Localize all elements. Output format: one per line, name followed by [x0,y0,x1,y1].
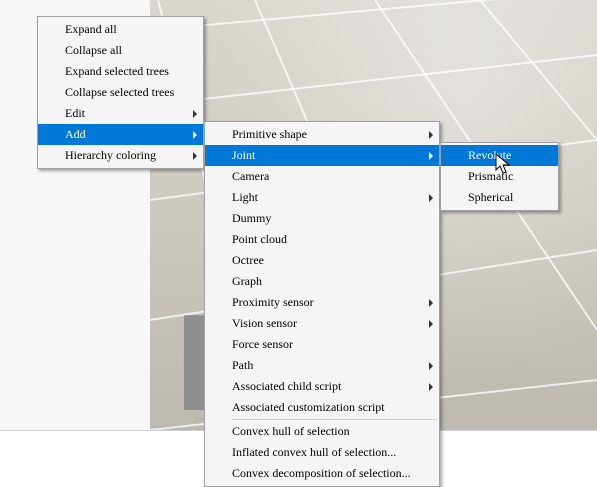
menu-item-associated-child-script[interactable]: Associated child script [205,376,439,397]
menu-item-primitive-shape[interactable]: Primitive shape [205,124,439,145]
menu-item-label: Light [232,190,258,204]
menu-item-label: Proximity sensor [232,295,314,309]
menu-item-label: Collapse selected trees [65,85,175,99]
submenu-arrow-icon [429,362,433,370]
menu-item-label: Octree [232,253,264,267]
menu-item-point-cloud[interactable]: Point cloud [205,229,439,250]
menu-item-label: Force sensor [232,337,293,351]
menu-separator [232,419,437,420]
menu-item-octree[interactable]: Octree [205,250,439,271]
menu-item-collapse-selected-trees[interactable]: Collapse selected trees [38,82,203,103]
menu-item-label: Spherical [468,190,514,204]
menu-item-camera[interactable]: Camera [205,166,439,187]
menu-item-label: Joint [232,148,256,162]
menu-item-label: Camera [232,169,270,183]
submenu-arrow-icon [429,320,433,328]
menu-item-label: Point cloud [232,232,288,246]
menu-item-label: Expand selected trees [65,64,169,78]
menu-item-edit[interactable]: Edit [38,103,203,124]
menu-item-inflated-convex-hull[interactable]: Inflated convex hull of selection... [205,442,439,463]
submenu-arrow-icon [429,383,433,391]
menu-item-label: Associated customization script [232,400,385,414]
menu-item-associated-customization-script[interactable]: Associated customization script [205,397,439,418]
menu-item-expand-all[interactable]: Expand all [38,19,203,40]
add-submenu: Primitive shape Joint Camera Light Dummy… [204,121,440,487]
menu-item-convex-decomposition[interactable]: Convex decomposition of selection... [205,463,439,484]
menu-item-label: Path [232,358,254,372]
menu-item-light[interactable]: Light [205,187,439,208]
menu-item-label: Edit [65,106,85,120]
hierarchy-context-menu: Expand all Collapse all Expand selected … [37,16,204,169]
menu-item-add[interactable]: Add [38,124,203,145]
menu-item-collapse-all[interactable]: Collapse all [38,40,203,61]
menu-item-label: Primitive shape [232,127,307,141]
menu-item-label: Vision sensor [232,316,297,330]
submenu-arrow-icon [429,299,433,307]
menu-item-label: Hierarchy coloring [65,148,156,162]
menu-item-proximity-sensor[interactable]: Proximity sensor [205,292,439,313]
menu-item-label: Inflated convex hull of selection... [232,445,397,459]
menu-item-label: Associated child script [232,379,342,393]
menu-item-graph[interactable]: Graph [205,271,439,292]
menu-item-path[interactable]: Path [205,355,439,376]
submenu-arrow-icon [429,194,433,202]
menu-item-joint[interactable]: Joint [205,145,439,166]
menu-item-label: Graph [232,274,262,288]
menu-item-label: Collapse all [65,43,122,57]
menu-item-label: Add [65,127,86,141]
menu-item-label: Convex hull of selection [232,424,350,438]
submenu-arrow-icon [193,152,197,160]
submenu-arrow-icon [193,131,197,139]
menu-item-expand-selected-trees[interactable]: Expand selected trees [38,61,203,82]
menu-item-label: Expand all [65,22,117,36]
submenu-arrow-icon [429,152,433,160]
menu-item-force-sensor[interactable]: Force sensor [205,334,439,355]
mouse-cursor-icon [495,153,511,174]
menu-item-convex-hull[interactable]: Convex hull of selection [205,421,439,442]
submenu-arrow-icon [429,131,433,139]
menu-item-hierarchy-coloring[interactable]: Hierarchy coloring [38,145,203,166]
submenu-arrow-icon [193,110,197,118]
menu-item-label: Dummy [232,211,272,225]
menu-item-label: Convex decomposition of selection... [232,466,411,480]
menu-item-spherical[interactable]: Spherical [441,187,558,208]
menu-item-vision-sensor[interactable]: Vision sensor [205,313,439,334]
menu-item-dummy[interactable]: Dummy [205,208,439,229]
